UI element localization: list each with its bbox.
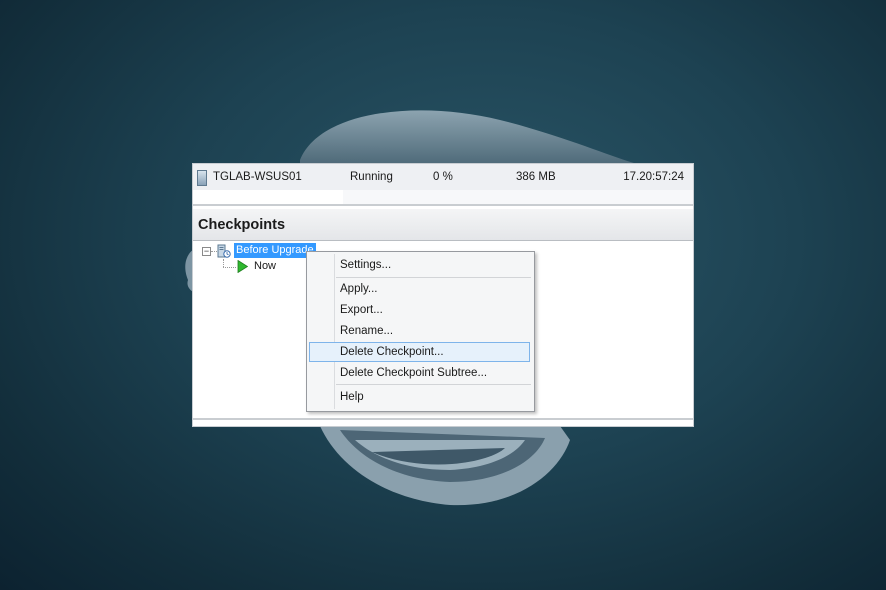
menu-item-delete-checkpoint[interactable]: Delete Checkpoint... (309, 342, 530, 362)
vm-assigned-memory: 386 MB (516, 171, 556, 183)
tree-connector (223, 259, 224, 267)
tree-connector (223, 267, 236, 268)
menu-item-apply[interactable]: Apply... (309, 279, 530, 299)
menu-item-label: Settings... (340, 259, 392, 271)
pane-divider[interactable] (193, 204, 693, 206)
menu-item-label: Help (340, 391, 364, 403)
menu-item-settings[interactable]: Settings... (309, 255, 530, 275)
tree-item-now[interactable]: Now (254, 260, 276, 272)
menu-item-delete-checkpoint-subtree[interactable]: Delete Checkpoint Subtree... (309, 363, 530, 383)
menu-item-label: Delete Checkpoint... (340, 346, 444, 358)
checkpoint-before-upgrade[interactable]: Before Upgrade (234, 243, 316, 258)
checkpoint-context-menu: Settings... Apply... Export... Rename...… (306, 251, 535, 412)
vm-list-filler (193, 190, 693, 205)
vm-list-filler-left (193, 190, 343, 205)
vm-uptime: 17.20:57:24 (623, 171, 684, 183)
menu-separator (336, 277, 531, 278)
pane-divider-bottom (193, 418, 693, 420)
menu-item-label: Rename... (340, 325, 394, 337)
vm-cpu-usage: 0 % (433, 171, 453, 183)
vm-icon (197, 170, 207, 186)
menu-item-help[interactable]: Help (309, 387, 530, 407)
menu-item-rename[interactable]: Rename... (309, 321, 530, 341)
vm-row[interactable]: TGLAB-WSUS01 Running 0 % 386 MB 17.20:57… (193, 164, 693, 190)
now-arrow-icon (237, 260, 248, 273)
menu-item-label: Apply... (340, 283, 378, 295)
menu-item-label: Export... (340, 304, 383, 316)
vm-state: Running (350, 171, 393, 183)
checkpoints-header: Checkpoints (193, 209, 693, 241)
checkpoint-icon (217, 244, 231, 258)
menu-item-label: Delete Checkpoint Subtree... (340, 367, 488, 379)
collapse-icon[interactable]: − (202, 247, 211, 256)
vm-name: TGLAB-WSUS01 (213, 171, 302, 183)
menu-separator (336, 384, 531, 385)
checkpoints-title: Checkpoints (198, 217, 286, 233)
menu-item-export[interactable]: Export... (309, 300, 530, 320)
